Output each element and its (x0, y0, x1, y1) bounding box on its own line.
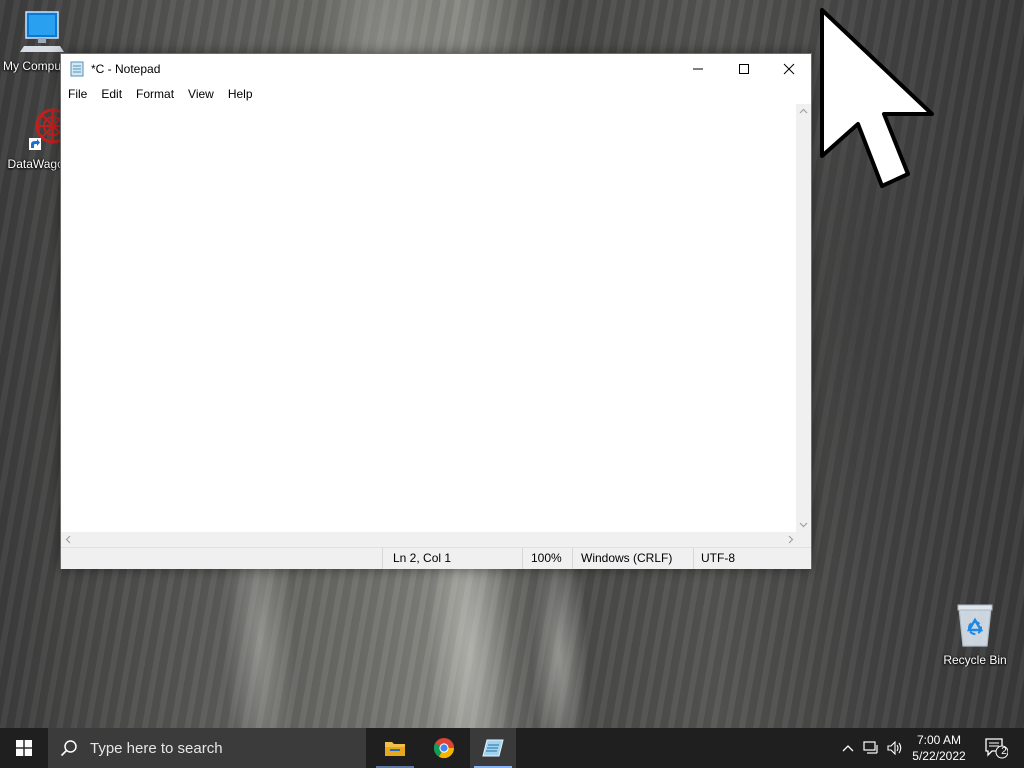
scroll-left-icon (65, 535, 71, 544)
notepad-app-icon (70, 61, 84, 77)
search-icon (60, 740, 77, 757)
network-icon (863, 741, 878, 754)
notepad-icon (482, 739, 504, 757)
clock-button[interactable]: 7:00 AM 5/22/2022 (908, 728, 970, 768)
search-placeholder: Type here to search (90, 739, 223, 757)
vertical-scrollbar[interactable] (796, 104, 811, 532)
mouse-cursor-icon (820, 8, 934, 188)
status-zoom: 100% (522, 548, 572, 569)
taskbar-app-notepad[interactable] (470, 728, 516, 768)
menu-help[interactable]: Help (223, 84, 258, 104)
show-hidden-icons-button[interactable] (838, 728, 858, 768)
scroll-down-icon (799, 522, 808, 528)
computer-icon (20, 11, 64, 52)
taskbar-app-file-explorer[interactable] (372, 728, 418, 768)
taskbar: Type here to search 7:00 AM 5/22/2022 2 (0, 728, 1024, 768)
horizontal-scrollbar[interactable] (61, 532, 798, 547)
text-editor-area[interactable] (61, 104, 798, 532)
menu-view[interactable]: View (183, 84, 219, 104)
desktop-icon-label: Recycle Bin (943, 653, 1007, 667)
chevron-up-icon (842, 745, 854, 752)
status-encoding: UTF-8 (693, 548, 809, 569)
network-button[interactable] (860, 728, 882, 768)
close-icon (783, 63, 795, 75)
menu-file[interactable]: File (63, 84, 92, 104)
menu-format[interactable]: Format (131, 84, 179, 104)
speaker-icon (887, 741, 902, 755)
status-bar: Ln 2, Col 1 100% Windows (CRLF) UTF-8 (61, 547, 811, 569)
close-button[interactable] (766, 54, 812, 84)
desktop-icon-recycle-bin[interactable]: Recycle Bin (936, 602, 1014, 667)
status-position: Ln 2, Col 1 (382, 548, 522, 569)
maximize-button[interactable] (721, 54, 767, 84)
maximize-icon (739, 64, 749, 74)
minimize-icon (693, 68, 703, 70)
action-center-button[interactable]: 2 (976, 728, 1016, 768)
clock-time: 7:00 AM (916, 733, 961, 747)
chrome-icon (433, 738, 455, 759)
clock-date: 5/22/2022 (912, 749, 966, 763)
start-button[interactable] (0, 728, 48, 768)
datawagon-shortcut-icon (29, 108, 71, 150)
notification-count-badge: 2 (1001, 746, 1007, 757)
window-title: *C - Notepad (91, 62, 161, 76)
status-line-endings: Windows (CRLF) (572, 548, 693, 569)
minimize-button[interactable] (675, 54, 721, 84)
folder-icon (385, 742, 405, 756)
recycle-bin-icon (957, 604, 993, 647)
scroll-up-icon (799, 108, 808, 114)
windows-logo-icon (16, 740, 32, 756)
volume-button[interactable] (884, 728, 906, 768)
scrollbar-corner (796, 532, 811, 547)
notepad-window[interactable]: *C - Notepad File Edit Format View Help … (60, 53, 812, 569)
taskbar-app-chrome[interactable] (421, 728, 467, 768)
taskbar-search-box[interactable]: Type here to search (48, 728, 366, 768)
menu-bar: File Edit Format View Help (61, 84, 811, 104)
menu-edit[interactable]: Edit (96, 84, 127, 104)
title-bar[interactable]: *C - Notepad (61, 54, 811, 84)
